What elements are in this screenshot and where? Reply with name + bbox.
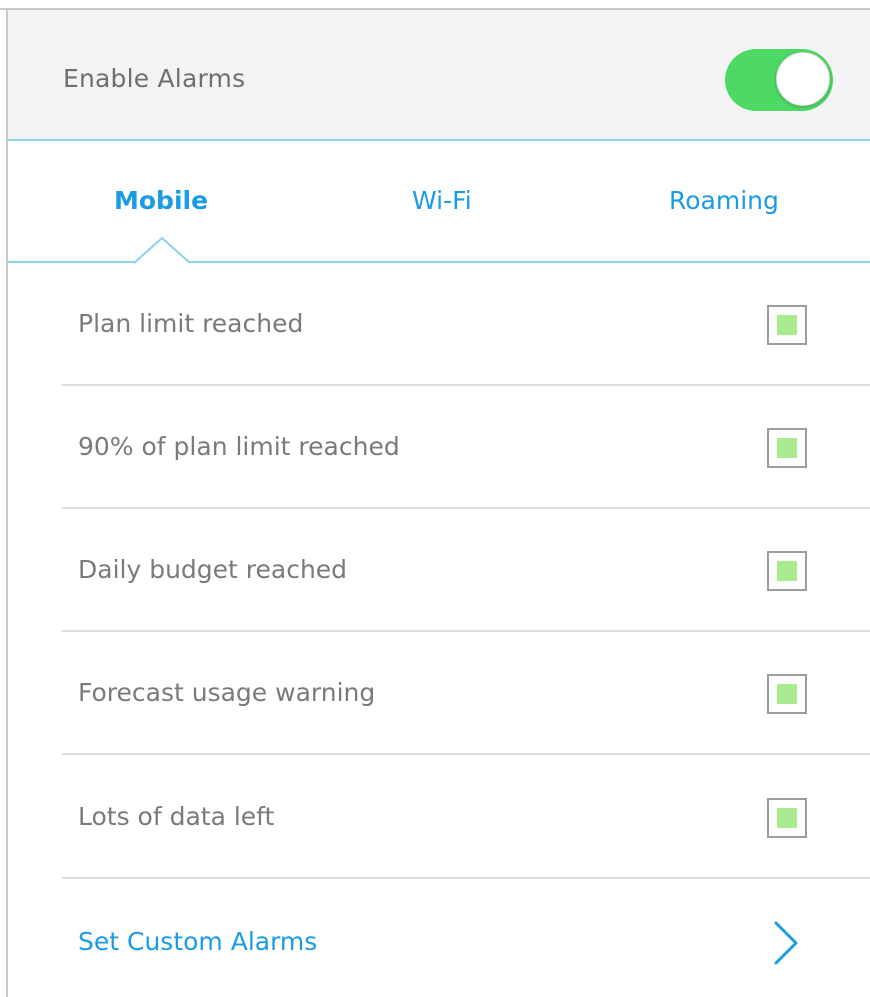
tab-wifi[interactable]: Wi-Fi xyxy=(412,186,472,215)
checkbox-checked-mark xyxy=(777,315,797,335)
set-custom-alarms-row[interactable]: Set Custom Alarms xyxy=(62,882,870,997)
checkbox-checked-mark xyxy=(777,561,797,581)
alarm-label: 90% of plan limit reached xyxy=(78,432,400,461)
alarm-checkbox[interactable] xyxy=(767,798,807,838)
alarms-screen: Enable Alarms Mobile Wi-Fi Roaming Plan … xyxy=(0,0,870,997)
alarm-row: Lots of data left xyxy=(62,756,870,879)
alarm-checkbox[interactable] xyxy=(767,674,807,714)
tab-roaming[interactable]: Roaming xyxy=(669,186,779,215)
alarm-row: Plan limit reached xyxy=(62,263,870,386)
enable-alarms-toggle[interactable] xyxy=(725,49,833,111)
alarm-label: Plan limit reached xyxy=(78,309,304,338)
alarm-label: Daily budget reached xyxy=(78,555,348,584)
active-tab-indicator-icon xyxy=(134,236,190,264)
alarm-row: Daily budget reached xyxy=(62,509,870,632)
alarm-checkbox[interactable] xyxy=(767,428,807,468)
alarm-label: Forecast usage warning xyxy=(78,678,376,707)
alarm-label: Lots of data left xyxy=(78,802,275,831)
tab-mobile[interactable]: Mobile xyxy=(114,186,208,215)
alarm-checkbox[interactable] xyxy=(767,305,807,345)
chevron-right-icon[interactable] xyxy=(773,920,799,966)
alarm-row: Forecast usage warning xyxy=(62,632,870,755)
checkbox-checked-mark xyxy=(777,438,797,458)
checkbox-checked-mark xyxy=(777,808,797,828)
toggle-knob xyxy=(776,52,830,106)
enable-alarms-header: Enable Alarms xyxy=(8,10,870,141)
enable-alarms-label: Enable Alarms xyxy=(63,64,246,93)
alarm-row: 90% of plan limit reached xyxy=(62,386,870,509)
set-custom-alarms-link[interactable]: Set Custom Alarms xyxy=(78,927,317,956)
alarm-checkbox[interactable] xyxy=(767,551,807,591)
checkbox-checked-mark xyxy=(777,684,797,704)
